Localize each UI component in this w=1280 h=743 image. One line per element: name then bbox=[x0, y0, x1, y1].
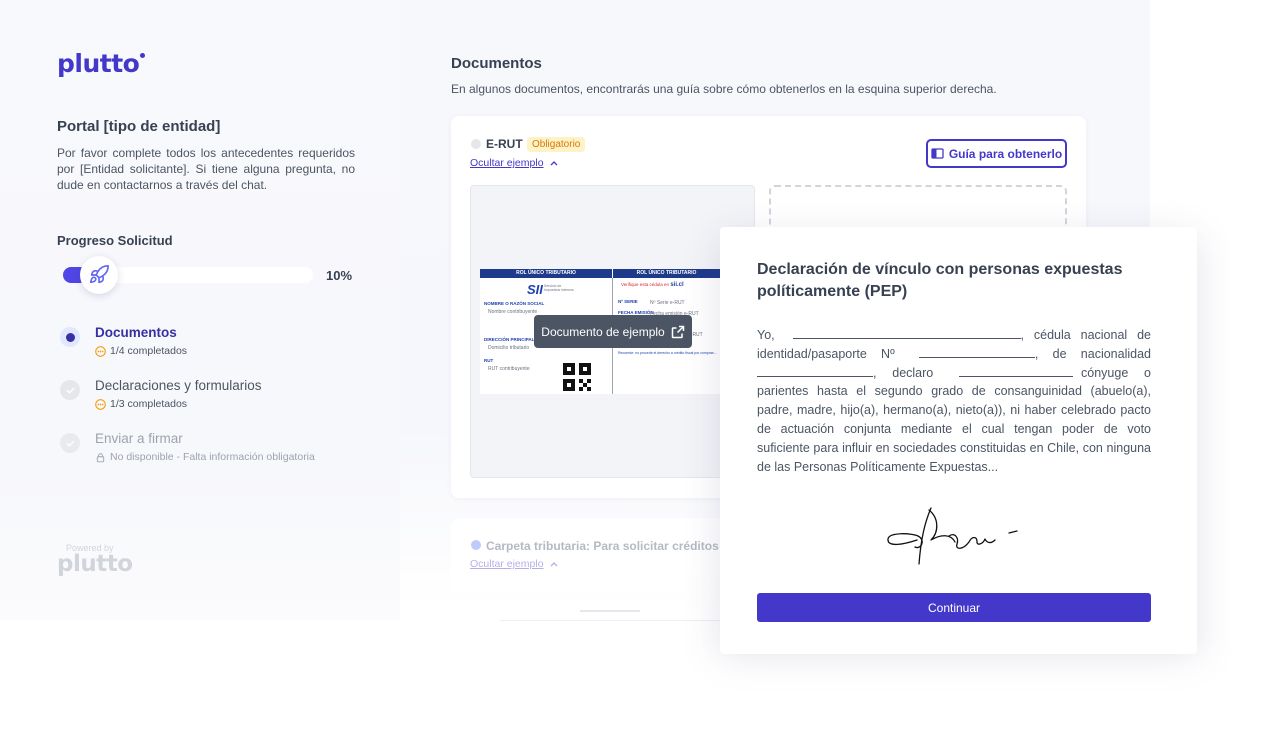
step-subtitle: 1/3 completados bbox=[95, 398, 187, 410]
pending-dots-icon bbox=[95, 398, 106, 410]
rut-verify-site: sii.cl bbox=[670, 282, 684, 288]
page-title: Documentos bbox=[451, 55, 542, 72]
blank-id-field[interactable] bbox=[918, 348, 1035, 358]
faded-divider bbox=[580, 610, 640, 612]
step-title: Documentos bbox=[95, 325, 177, 340]
step-subtitle: No disponible - Falta información obliga… bbox=[95, 451, 315, 463]
document-name: E-RUT bbox=[486, 137, 523, 151]
modal-text-rest: cónyuge o parientes hasta el segundo gra… bbox=[757, 365, 1151, 474]
modal-text-declaro: , declaro bbox=[873, 365, 934, 380]
progress-title: Progreso Solicitud bbox=[57, 233, 173, 248]
rut-label-rut: RUT bbox=[484, 358, 494, 363]
bottom-fade bbox=[0, 640, 1280, 743]
rocket-icon bbox=[89, 265, 109, 284]
check-icon bbox=[471, 540, 481, 550]
sidebar bbox=[0, 0, 400, 620]
toggle-example-label: Ocultar ejemplo bbox=[470, 558, 544, 570]
blank-nationality-field[interactable] bbox=[757, 367, 873, 377]
powered-by-logo: plutto bbox=[57, 551, 133, 577]
rut-verify-text: Verifique esta cédula en bbox=[621, 282, 670, 287]
step-progress-text: 1/4 completados bbox=[110, 345, 188, 357]
status-icon bbox=[471, 139, 481, 149]
check-icon bbox=[60, 380, 80, 400]
powered-by: Powered by plutto bbox=[57, 543, 133, 577]
pending-dots-icon bbox=[95, 345, 106, 357]
example-tooltip[interactable]: Documento de ejemplo bbox=[534, 315, 692, 348]
document-name: Carpeta tributaria: Para solicitar crédi… bbox=[486, 539, 719, 553]
toggle-example-link[interactable]: Ocultar ejemplo bbox=[470, 558, 558, 570]
rut-name: Nombre contribuyente bbox=[488, 309, 538, 315]
external-link-icon bbox=[671, 325, 684, 338]
lock-icon bbox=[96, 452, 105, 462]
guide-button-label: Guía para obtenerlo bbox=[948, 146, 1063, 161]
chevron-up-icon bbox=[550, 161, 557, 166]
progress-percent: 10% bbox=[326, 268, 353, 283]
rut-header-left: ROL ÚNICO TRIBUTARIO bbox=[480, 269, 612, 278]
logo-text: plutto bbox=[57, 49, 140, 78]
step-title: Enviar a firmar bbox=[95, 431, 183, 446]
check-icon bbox=[60, 433, 80, 453]
rut-serie-label: Nº SERIE bbox=[618, 299, 638, 304]
rut-verify: Verifique esta cédula en sii.cl bbox=[621, 282, 684, 288]
step-progress-text: 1/3 completados bbox=[110, 398, 188, 410]
blank-name-field[interactable] bbox=[792, 329, 1021, 339]
modal-text-nacionalidad: , de nacionalidad bbox=[1034, 346, 1151, 361]
continue-button[interactable]: Continuar bbox=[757, 593, 1151, 622]
book-icon bbox=[931, 148, 944, 159]
step-title: Declaraciones y formularios bbox=[95, 378, 262, 393]
chevron-up-icon bbox=[550, 562, 557, 567]
sii-subtitle: Servicio de Impuestos Internos bbox=[544, 284, 574, 292]
page-description: En algunos documentos, encontrarás una g… bbox=[451, 82, 997, 96]
guide-button[interactable]: Guía para obtenerlo bbox=[926, 139, 1067, 168]
qr-code-icon bbox=[563, 363, 591, 391]
modal-text-yo: Yo, bbox=[757, 328, 775, 342]
progress-knob bbox=[80, 256, 118, 294]
step-subtitle: 1/4 completados bbox=[95, 345, 187, 357]
rut-serie: Nº Serie e-RUT bbox=[650, 300, 685, 306]
rut-addr: Domicilio tributario bbox=[488, 345, 530, 351]
plutto-logo: plutto bbox=[57, 49, 146, 78]
step-active-indicator bbox=[60, 327, 80, 347]
rut-header-right: ROL ÚNICO TRIBUTARIO bbox=[613, 269, 720, 278]
step-status-text: No disponible - Falta información obliga… bbox=[110, 451, 315, 463]
tooltip-label: Documento de ejemplo bbox=[541, 324, 665, 339]
modal-title: Declaración de vínculo con personas expu… bbox=[757, 261, 1123, 300]
rut-label-name: NOMBRE O RAZÓN SOCIAL bbox=[484, 301, 545, 306]
required-badge: Obligatorio bbox=[527, 137, 586, 152]
toggle-example-label: Ocultar ejemplo bbox=[470, 157, 544, 169]
page: plutto Portal [tipo de entidad] Por favo… bbox=[0, 0, 1280, 743]
toggle-example-link[interactable]: Ocultar ejemplo bbox=[470, 157, 558, 169]
modal-body: Yo, , cédula nacional de identidad/pasap… bbox=[757, 326, 1151, 476]
faded-divider bbox=[500, 620, 720, 621]
rut-value: RUT contribuyente bbox=[488, 366, 530, 372]
portal-title: Portal [tipo de entidad] bbox=[57, 118, 221, 135]
rut-footer-note: Recuerde: no procede el derecho a crédit… bbox=[618, 351, 717, 355]
blank-declaro-field[interactable] bbox=[959, 367, 1074, 377]
signature-image bbox=[887, 507, 1018, 565]
portal-description: Por favor complete todos los antecedente… bbox=[57, 146, 355, 192]
sii-logo: SII bbox=[527, 282, 543, 297]
